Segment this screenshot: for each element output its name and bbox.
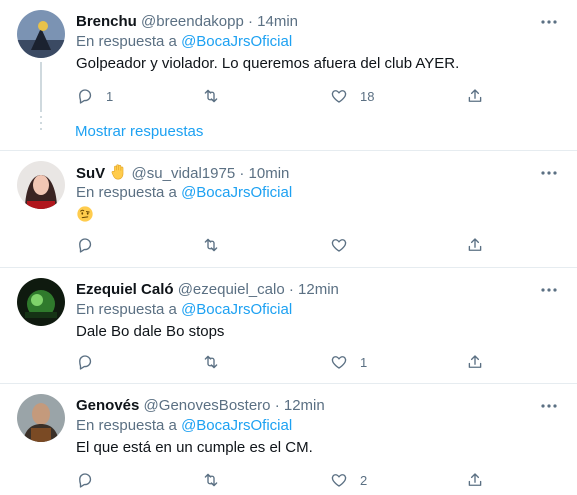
retweet-icon	[204, 355, 218, 369]
separator-dot: ·	[288, 281, 294, 298]
timestamp[interactable]: 14min	[257, 13, 298, 30]
display-name[interactable]: SuV	[76, 165, 105, 182]
avatar-image	[17, 278, 65, 326]
share-button[interactable]	[466, 235, 484, 255]
mention-link[interactable]: @BocaJrsOficial	[181, 301, 292, 318]
avatar[interactable]	[17, 278, 65, 326]
heart-icon	[331, 474, 347, 487]
retweet-button[interactable]	[202, 235, 232, 255]
retweet-button[interactable]	[202, 86, 232, 106]
separator-dot: ·	[239, 165, 245, 182]
thread-connector-dots	[40, 116, 42, 134]
share-button[interactable]	[466, 352, 484, 372]
like-button[interactable]: 2	[330, 470, 367, 490]
display-name[interactable]: Brenchu	[76, 13, 137, 30]
tweet-brenchu[interactable]: Brenchu @breendakopp · 14min En respuest…	[0, 0, 577, 150]
reply-icon	[79, 238, 92, 253]
avatar-image	[17, 394, 65, 442]
like-count: 18	[360, 88, 375, 104]
like-count: 2	[360, 472, 368, 488]
reply-icon	[79, 473, 92, 488]
thread-connector-line	[40, 62, 42, 112]
separator-dot: ·	[248, 13, 253, 30]
share-icon	[468, 473, 482, 486]
reply-button[interactable]	[76, 470, 106, 490]
retweet-icon	[204, 473, 218, 487]
raised-hand-emoji-icon	[112, 164, 124, 180]
display-name[interactable]: Genovés	[76, 397, 139, 414]
like-button[interactable]: 18	[330, 86, 374, 106]
mention-link[interactable]: @BocaJrsOficial	[181, 33, 292, 50]
avatar-image	[17, 161, 65, 209]
retweet-button[interactable]	[202, 470, 232, 490]
share-button[interactable]	[466, 470, 484, 490]
tweet-text	[76, 205, 94, 226]
heart-icon	[331, 90, 347, 103]
replying-to-label: En respuesta a	[76, 417, 177, 434]
timestamp[interactable]: 12min	[284, 397, 325, 414]
avatar[interactable]	[17, 161, 65, 209]
like-button[interactable]	[330, 235, 360, 255]
share-button[interactable]	[466, 86, 484, 106]
user-handle[interactable]: @GenovesBostero	[144, 397, 271, 414]
reply-icon	[79, 355, 92, 370]
replying-to-label: En respuesta a	[76, 301, 177, 318]
display-name[interactable]: Ezequiel Caló	[76, 281, 174, 298]
tweet-ezequiel-calo[interactable]: Ezequiel Caló @ezequiel_calo · 12min En …	[0, 268, 577, 383]
retweet-icon	[204, 89, 218, 103]
face-with-raised-eyebrow-emoji-icon	[77, 206, 93, 222]
more-icon[interactable]	[539, 396, 559, 416]
replying-to-label: En respuesta a	[76, 184, 177, 201]
avatar[interactable]	[17, 394, 65, 442]
tweet-text: Golpeador y violador. Lo queremos afuera…	[76, 55, 460, 72]
more-icon[interactable]	[539, 12, 559, 32]
mention-link[interactable]: @BocaJrsOficial	[181, 417, 292, 434]
heart-icon	[331, 356, 347, 369]
like-count: 1	[360, 354, 368, 370]
heart-icon	[331, 239, 347, 252]
share-icon	[468, 89, 482, 102]
like-button[interactable]: 1	[330, 352, 367, 372]
retweet-button[interactable]	[202, 352, 232, 372]
user-handle[interactable]: @ezequiel_calo	[178, 281, 285, 298]
more-icon[interactable]	[539, 280, 559, 300]
replying-to-label: En respuesta a	[76, 33, 177, 50]
reply-icon	[79, 89, 92, 104]
share-icon	[468, 238, 482, 251]
share-icon	[468, 355, 482, 368]
show-replies-link[interactable]: Mostrar respuestas	[75, 122, 203, 142]
retweet-icon	[204, 238, 218, 252]
timestamp[interactable]: 12min	[298, 281, 339, 298]
reply-button[interactable]	[76, 352, 106, 372]
user-handle[interactable]: @breendakopp	[141, 13, 244, 30]
more-icon[interactable]	[539, 163, 559, 183]
reply-button[interactable]: 1	[76, 86, 113, 106]
mention-link[interactable]: @BocaJrsOficial	[181, 184, 292, 201]
reply-button[interactable]	[76, 235, 106, 255]
tweet-text: Dale Bo dale Bo stops	[76, 323, 225, 340]
user-handle[interactable]: @su_vidal1975	[132, 165, 236, 182]
separator-dot: ·	[274, 397, 280, 414]
tweet-genoves[interactable]: Genovés @GenovesBostero · 12min En respu…	[0, 384, 577, 495]
avatar-image	[17, 10, 65, 58]
reply-count: 1	[106, 88, 114, 104]
tweet-text: El que está en un cumple es el CM.	[76, 439, 313, 456]
timestamp[interactable]: 10min	[249, 165, 290, 182]
avatar[interactable]	[17, 10, 65, 58]
tweet-suv[interactable]: SuV @su_vidal1975 · 10min En respuesta a…	[0, 151, 577, 267]
